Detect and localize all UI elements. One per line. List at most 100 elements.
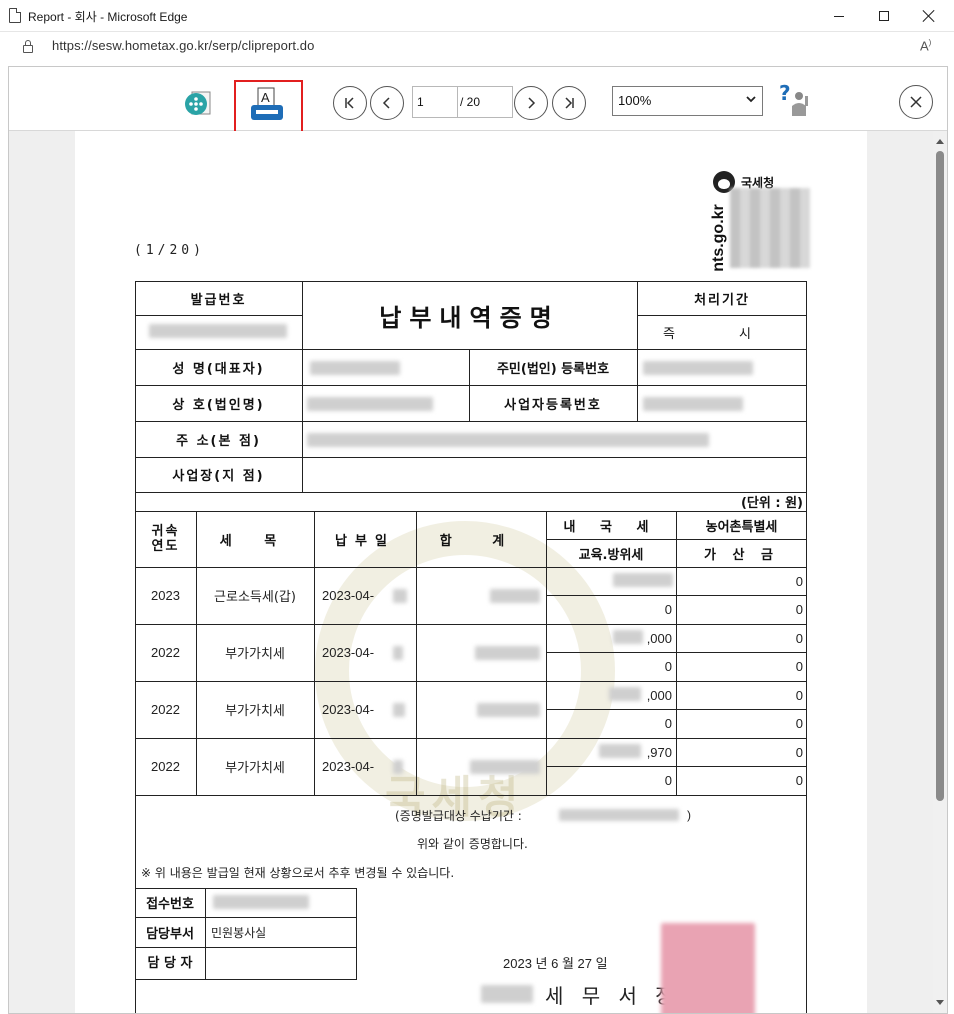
chevron-down-icon (746, 96, 756, 103)
address-bar[interactable]: https://sesw.hometax.go.kr/serp/cliprepo… (0, 32, 954, 62)
tax-item-header: 세 목 (219, 533, 291, 549)
company-label: 상 호(법인명) (172, 397, 265, 413)
period-redacted (559, 809, 679, 821)
name-redacted (310, 361, 400, 375)
document-title: 납부내역증명 (379, 303, 560, 332)
tax-office-name: 세 무 서 장 (545, 983, 680, 1008)
scroll-thumb[interactable] (936, 151, 944, 801)
window-titlebar: Report - 회사 - Microsoft Edge (0, 0, 954, 32)
next-page-button[interactable] (514, 86, 548, 120)
save-button[interactable] (181, 87, 215, 121)
lock-icon (23, 40, 33, 53)
period-close: ) (687, 808, 691, 822)
national-redacted (613, 573, 673, 587)
row-penalty: 0 (795, 659, 803, 674)
address-label: 주 소(본 점) (176, 433, 261, 449)
row-penalty: 0 (795, 716, 803, 731)
row-edu-tax: 0 (664, 602, 672, 617)
close-icon (910, 96, 922, 108)
business-number-redacted (643, 397, 743, 411)
process-period-value: 즉 시 (662, 326, 782, 342)
row-pay-date: 2023-04- (322, 588, 375, 603)
read-aloud-icon[interactable]: A) (920, 38, 931, 53)
resident-number-redacted (643, 361, 753, 375)
window-title: Report - 회사 - Microsoft Edge (28, 10, 188, 24)
total-header: 합 계 (439, 533, 523, 549)
workplace-label: 사업장(지 점) (172, 469, 265, 484)
scroll-down-arrow[interactable] (936, 1000, 944, 1005)
zoom-select[interactable]: 100% (612, 86, 763, 116)
row-year: 2022 (151, 702, 180, 717)
svg-text:?: ? (779, 82, 791, 105)
year-header: 귀속 연도 (151, 524, 180, 554)
row-rural-tax: 0 (795, 744, 803, 760)
printer-icon: A (251, 87, 283, 120)
save-icon (185, 91, 211, 115)
print-button[interactable]: A (247, 85, 287, 125)
qr-code-redacted (730, 188, 810, 268)
rural-tax-header: 농어촌특별세 (705, 519, 778, 535)
row-pay-date: 2023-04- (322, 702, 375, 717)
close-viewer-button[interactable] (899, 85, 933, 119)
help-button[interactable]: ? (775, 81, 815, 121)
business-number-label: 사업자등록번호 (504, 397, 602, 413)
vertical-scrollbar[interactable] (933, 131, 947, 1013)
row-rural-tax: 0 (795, 573, 803, 589)
unit-label: (단위 : 원) (740, 496, 803, 511)
address-redacted (307, 433, 709, 447)
document-icon (9, 8, 21, 23)
official-seal-redacted (661, 923, 755, 1013)
chevron-right-icon (528, 97, 536, 109)
redacted (393, 760, 403, 774)
last-page-button[interactable] (552, 86, 586, 120)
scroll-up-arrow[interactable] (936, 139, 944, 144)
row-tax-item: 부가가치세 (225, 704, 285, 719)
row-tax-item: 부가가치세 (225, 647, 285, 662)
national-tax-header: 내 국 세 (563, 519, 659, 535)
viewer-toolbar: A 1 / 20 100% ? (9, 67, 947, 135)
maximize-button[interactable] (861, 0, 907, 32)
office-name-redacted (481, 985, 533, 1003)
total-redacted (490, 589, 540, 603)
issue-number-label: 발급번호 (190, 292, 247, 308)
total-redacted (470, 760, 540, 774)
notice-text: ※ 위 내용은 발급일 현재 상황으로서 추후 변경될 수 있습니다. (141, 865, 455, 880)
row-tax-item: 근로소득세(갑) (214, 590, 296, 605)
department-value: 민원봉사실 (211, 925, 267, 940)
receipt-number-redacted (213, 895, 309, 909)
nts-url: nts.go.kr (709, 204, 727, 272)
row-edu-tax: 0 (664, 773, 672, 788)
row-year: 2023 (151, 588, 180, 603)
total-redacted (475, 646, 540, 660)
receipt-number-label: 접수번호 (146, 897, 194, 912)
row-pay-date: 2023-04- (322, 759, 375, 774)
minimize-icon (834, 15, 844, 17)
row-national-tax: ,000 (646, 630, 672, 646)
period-note: (증명발급대상 수납기간 : (395, 808, 522, 823)
minimize-button[interactable] (816, 0, 862, 32)
maximize-icon (879, 11, 889, 21)
report-page: (1/20) 국세청 nts.go.kr 국세청 발급번호 납부내역증명 처리기… (75, 131, 867, 1013)
page-number-input[interactable]: 1 (412, 86, 458, 118)
svg-text:A: A (261, 90, 270, 105)
row-rural-tax: 0 (795, 630, 803, 646)
help-icon: ? (779, 82, 808, 116)
previous-page-button[interactable] (370, 86, 404, 120)
resident-number-label: 주민(법인) 등록번호 (496, 361, 610, 377)
url-text[interactable]: https://sesw.hometax.go.kr/serp/cliprepo… (52, 38, 314, 53)
certify-text: 위와 같이 증명합니다. (417, 836, 528, 851)
close-window-button[interactable] (906, 0, 952, 32)
issue-number-redacted (149, 324, 287, 338)
company-redacted (307, 397, 433, 411)
first-page-button[interactable] (333, 86, 367, 120)
chevron-left-icon (382, 97, 390, 109)
row-penalty: 0 (795, 773, 803, 788)
row-edu-tax: 0 (664, 716, 672, 731)
row-edu-tax: 0 (664, 659, 672, 674)
redacted (393, 589, 407, 603)
redacted (393, 646, 403, 660)
education-tax-header: 교육.방위세 (578, 547, 644, 563)
report-viewer: A 1 / 20 100% ? (1/20) 국세청 nts.go.kr 국세청… (8, 66, 948, 1014)
row-national-tax: ,970 (646, 744, 672, 760)
row-penalty: 0 (795, 602, 803, 617)
